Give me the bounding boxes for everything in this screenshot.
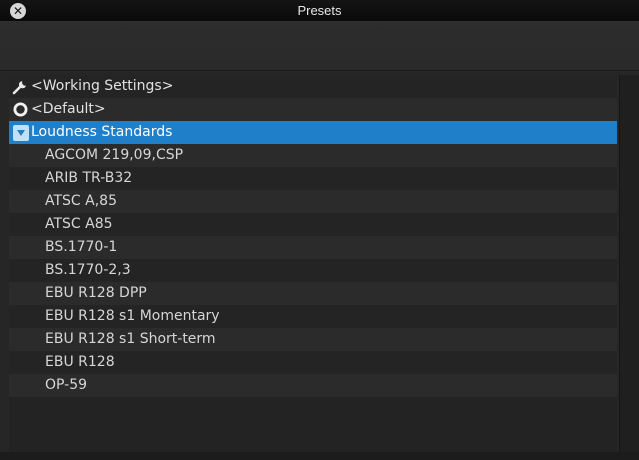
list-item-label: OP-59 (45, 377, 88, 393)
folder-expanded-icon[interactable] (12, 124, 29, 141)
list-item-ebu-r128-dpp[interactable]: EBU R128 DPP (9, 282, 617, 305)
list-item-label: ARIB TR-B32 (45, 170, 133, 186)
window-title: Presets (297, 3, 342, 18)
list-item-atsc-a85[interactable]: ATSC A85 (9, 213, 617, 236)
list-item-label: ATSC A85 (45, 216, 113, 232)
list-item-op-59[interactable]: OP-59 (9, 374, 617, 397)
list-item-label: <Working Settings> (31, 78, 174, 94)
list-item-label: EBU R128 s1 Momentary (45, 308, 220, 324)
list-item-bs1770-1[interactable]: BS.1770-1 (9, 236, 617, 259)
list-item-arib[interactable]: ARIB TR-B32 (9, 167, 617, 190)
list-item-label: EBU R128 s1 Short-term (45, 331, 216, 347)
disclosure-triangle-icon (12, 124, 29, 141)
list-item-label: AGCOM 219,09,CSP (45, 147, 184, 163)
list-item-label: EBU R128 DPP (45, 285, 147, 301)
window-bottom-edge (0, 452, 639, 460)
presets-window: ✕ Presets <Working Settings> <Default> L… (0, 0, 639, 460)
list-item-label: BS.1770-1 (45, 239, 118, 255)
list-item-loudness-standards[interactable]: Loudness Standards (9, 121, 617, 144)
list-item-label: EBU R128 (45, 354, 115, 370)
circle-icon (12, 101, 29, 118)
list-item-ebu-r128[interactable]: EBU R128 (9, 351, 617, 374)
vertical-scrollbar[interactable] (619, 75, 639, 452)
list-item-working-settings[interactable]: <Working Settings> (9, 75, 617, 98)
toolbar (0, 22, 639, 71)
list-item-label: ATSC A,85 (45, 193, 117, 209)
preset-list[interactable]: <Working Settings> <Default> Loudness St… (9, 75, 617, 452)
title-bar[interactable]: ✕ Presets (0, 0, 639, 22)
list-item-default[interactable]: <Default> (9, 98, 617, 121)
list-item-bs1770-2-3[interactable]: BS.1770-2,3 (9, 259, 617, 282)
list-item-label: BS.1770-2,3 (45, 262, 131, 278)
list-item-label: <Default> (31, 101, 106, 117)
list-item-ebu-r128-s1-short-term[interactable]: EBU R128 s1 Short-term (9, 328, 617, 351)
list-item-agcom[interactable]: AGCOM 219,09,CSP (9, 144, 617, 167)
list-item-label: Loudness Standards (31, 124, 173, 140)
wrench-icon (12, 78, 29, 95)
list-item-ebu-r128-s1-momentary[interactable]: EBU R128 s1 Momentary (9, 305, 617, 328)
list-item-atsc-a-85-comma[interactable]: ATSC A,85 (9, 190, 617, 213)
